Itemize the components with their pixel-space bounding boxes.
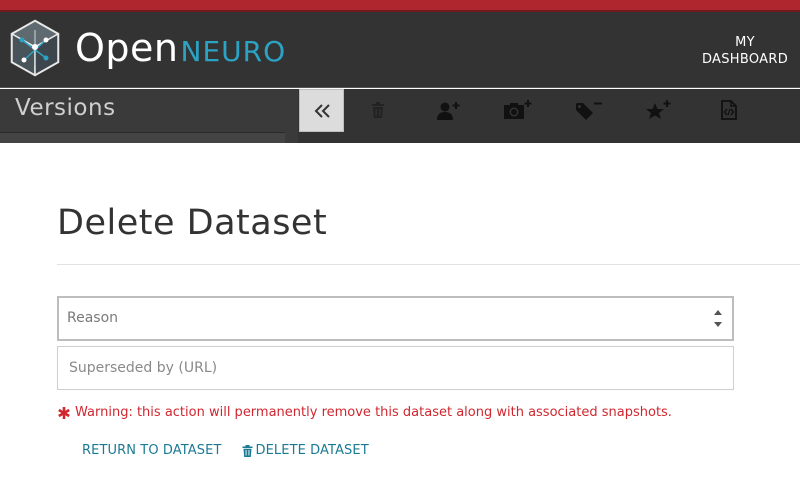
delete-dataset-label: DELETE DATASET (255, 443, 369, 458)
select-arrows-icon (714, 310, 722, 327)
collapse-sidebar-button[interactable] (299, 89, 344, 132)
reason-select-value: Reason (67, 310, 119, 326)
form-actions: RETURN TO DATASET DELETE DATASET (82, 443, 369, 458)
trash-icon (372, 102, 384, 118)
add-snapshot-icon (504, 100, 532, 119)
code-file-icon (721, 100, 737, 120)
superseded-url-field[interactable] (57, 346, 734, 390)
delete-dataset-button[interactable]: DELETE DATASET (242, 443, 369, 458)
superseded-url-input[interactable] (58, 347, 733, 389)
delete-dataset-tool[interactable] (363, 98, 393, 122)
return-to-dataset-link[interactable]: RETURN TO DATASET (82, 443, 222, 458)
versions-list (0, 132, 285, 143)
trash-icon (242, 444, 252, 457)
top-accent-bar (0, 0, 800, 12)
title-divider (57, 264, 800, 265)
brand-neuro: NEURO (180, 35, 287, 68)
my-dashboard-link[interactable]: MY DASHBOARD (700, 34, 790, 68)
add-user-icon (437, 102, 460, 120)
deprecate-tool[interactable] (574, 98, 604, 122)
versions-panel: Versions (0, 89, 298, 143)
reason-select[interactable]: Reason (57, 296, 734, 341)
add-star-icon (646, 100, 671, 119)
delete-warning: Warning: this action will permanently re… (57, 405, 672, 420)
versions-title: Versions (15, 95, 116, 121)
asterisk-icon (58, 406, 70, 419)
create-snapshot-tool[interactable] (503, 98, 533, 122)
brand-open: Open (75, 26, 179, 70)
follow-tool[interactable] (644, 98, 674, 122)
share-dataset-tool[interactable] (434, 98, 464, 122)
dataset-toolbar: Versions (0, 89, 800, 143)
navbar: Open NEURO MY DASHBOARD (0, 12, 800, 88)
brand-wordmark[interactable]: Open NEURO (75, 26, 286, 72)
warning-text: Warning: this action will permanently re… (75, 405, 672, 420)
metadata-tool[interactable] (714, 98, 744, 122)
double-chevron-left-icon (314, 103, 330, 118)
remove-tag-icon (576, 102, 602, 120)
page-title: Delete Dataset (57, 203, 328, 243)
openneuro-logo-icon[interactable] (8, 18, 62, 78)
